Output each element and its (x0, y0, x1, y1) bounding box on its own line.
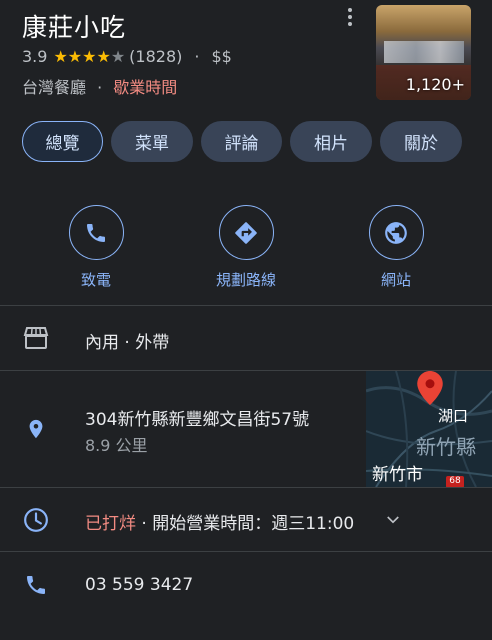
place-header: 康莊小吃 3.9 ★★★★★ (1828) · $$ 台灣餐廳 · 歇業時間 1… (0, 0, 492, 110)
website-circle (368, 205, 424, 260)
service-options-row[interactable]: 內用 · 外帶 (0, 306, 492, 370)
photo-count: 1,120+ (405, 75, 465, 94)
directions-circle (218, 205, 274, 260)
clock-icon (22, 506, 50, 534)
map-label-hsinchu-city: 新竹市 (372, 465, 423, 485)
road-badge: 68 (446, 476, 464, 487)
globe-icon (385, 221, 407, 244)
review-count: (1828) (129, 47, 183, 66)
phone-number: 03 559 3427 (85, 575, 194, 595)
call-circle (68, 205, 124, 260)
hours-detail: · 開始營業時間：週三11:00 (136, 514, 355, 534)
rating-value: 3.9 (22, 47, 48, 66)
phone-icon (87, 223, 105, 242)
storefront-icon (22, 324, 50, 352)
phone-icon (22, 571, 50, 599)
tab-photos[interactable]: 相片 (290, 121, 372, 162)
photo-window (384, 41, 464, 63)
hours-row[interactable]: 已打烊 · 開始營業時間：週三11:00 (0, 488, 492, 551)
rating-row[interactable]: 3.9 ★★★★★ (1828) · $$ (22, 47, 232, 66)
place-category: 台灣餐廳 (22, 78, 87, 97)
map-label-hsinchu-county: 新竹縣 (416, 435, 476, 459)
map-thumbnail[interactable]: 湖口 新竹縣 新竹市 68 (366, 371, 492, 487)
directions-icon (235, 221, 257, 244)
price-level: $$ (211, 47, 232, 66)
address-text: 304新竹縣新豐鄉文昌街57號 (85, 410, 310, 430)
directions-label: 規劃路線 (215, 271, 276, 289)
directions-button[interactable]: 規劃路線 (186, 205, 306, 290)
website-label: 網站 (380, 271, 411, 289)
hours-status-link[interactable]: 歇業時間 (113, 78, 177, 97)
star-rating: ★★★★★ (53, 47, 126, 66)
quick-actions: 致電 規劃路線 網站 (0, 205, 492, 295)
separator-dot: · (194, 47, 200, 66)
phone-row[interactable]: 03 559 3427 (0, 552, 492, 618)
chevron-down-icon[interactable] (384, 511, 402, 533)
separator-dot: · (97, 78, 103, 97)
location-pin-icon (22, 415, 50, 443)
more-options-icon[interactable] (342, 4, 358, 30)
hours-text: 已打烊 · 開始營業時間：週三11:00 (85, 509, 354, 534)
call-label: 致電 (80, 271, 111, 289)
distance-text: 8.9 公里 (85, 436, 148, 455)
service-options-text: 內用 · 外帶 (85, 333, 170, 353)
call-button[interactable]: 致電 (36, 205, 156, 290)
website-button[interactable]: 網站 (336, 205, 456, 290)
map-pin-icon (417, 371, 443, 405)
place-photo[interactable]: 1,120+ (376, 5, 471, 100)
place-title: 康莊小吃 (22, 13, 127, 42)
category-row: 台灣餐廳 · 歇業時間 (22, 74, 177, 98)
tab-reviews[interactable]: 評論 (201, 121, 282, 162)
tab-menu[interactable]: 菜單 (111, 121, 193, 162)
tab-bar: 總覽 菜單 評論 相片 關於 (22, 121, 462, 162)
tab-about[interactable]: 關於 (380, 121, 462, 162)
map-label-hukou: 湖口 (438, 407, 469, 425)
hours-status: 已打烊 (85, 514, 136, 534)
tab-overview[interactable]: 總覽 (22, 121, 103, 162)
